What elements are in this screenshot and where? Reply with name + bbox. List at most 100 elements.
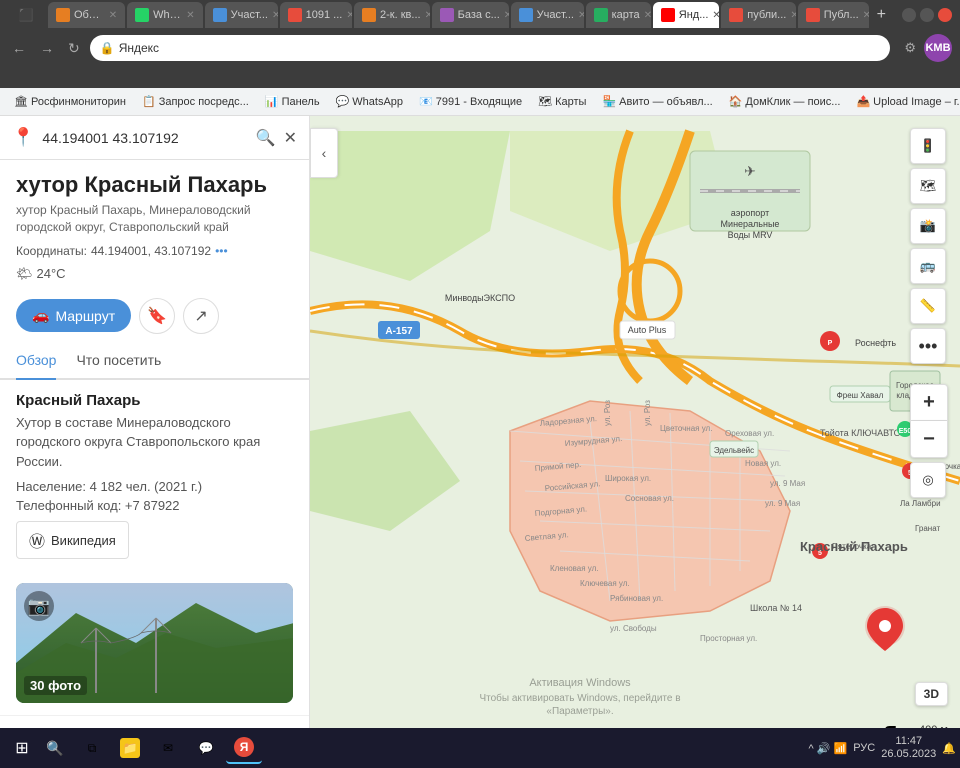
address-bar[interactable]: 🔒 Яндекс <box>90 35 891 61</box>
tab-11[interactable]: Публ...✕ <box>798 2 869 28</box>
extensions-btn[interactable]: ⚙ <box>902 38 918 58</box>
taskbar-task-view[interactable]: ⧉ <box>74 732 110 764</box>
browser-actions: ⚙ KMB <box>902 34 952 62</box>
new-tab-btn[interactable]: + <box>869 2 894 28</box>
zoom-out-btn[interactable]: − <box>911 421 947 457</box>
taskbar-search-btn[interactable]: 🔍 <box>40 732 70 764</box>
svg-text:МинводыЭКСПО: МинводыЭКСПО <box>445 293 515 303</box>
phone-row: Телефонный код: +7 87922 <box>16 498 293 513</box>
photo-camera-icon: 📷 <box>24 591 54 621</box>
population-row: Население: 4 182 чел. (2021 г.) <box>16 479 293 494</box>
close-btn[interactable] <box>938 8 952 22</box>
taskbar-chat[interactable]: 💬 <box>188 732 224 764</box>
reload-btn[interactable]: ↻ <box>64 38 84 59</box>
svg-text:ул. Роз: ул. Роз <box>643 400 652 426</box>
tab-9-active[interactable]: Янд...✕ <box>653 2 719 28</box>
taskbar-items: ⧉ 📁 ✉ 💬 Я <box>70 732 809 764</box>
forward-btn[interactable]: → <box>36 38 58 58</box>
phone-label: Телефонный код: <box>16 498 125 513</box>
svg-text:Auto Plus: Auto Plus <box>628 325 667 335</box>
search-coord-text: 44.194001 43.107192 <box>42 130 247 146</box>
explorer-icon: 📁 <box>120 738 140 758</box>
map-area[interactable]: А-157 ✈ а <box>310 116 960 766</box>
tab-2[interactable]: Whats...✕ <box>127 2 202 28</box>
taskbar-browser[interactable]: Я <box>226 732 262 764</box>
tab-1[interactable]: Объяв...✕ <box>48 2 125 28</box>
map-expand-btn[interactable]: ‹ <box>310 128 338 178</box>
maximize-btn[interactable] <box>920 8 934 22</box>
search-btn[interactable]: 🔍 <box>256 128 276 148</box>
coords-more-btn[interactable]: ••• <box>215 244 228 258</box>
svg-text:Ореховая ул.: Ореховая ул. <box>725 429 774 438</box>
mail-icon: ✉ <box>158 738 178 758</box>
profile-avatar[interactable]: KMB <box>924 34 952 62</box>
svg-text:ул. 9 Мая: ул. 9 Мая <box>765 499 800 508</box>
bookmark-avito[interactable]: 🏪Авито — объявл... <box>596 93 718 110</box>
window-controls <box>902 8 952 22</box>
bookmark-panel[interactable]: 📊Панель <box>259 93 326 110</box>
svg-text:Цветочная ул.: Цветочная ул. <box>660 424 712 433</box>
taskbar-mail[interactable]: ✉ <box>150 732 186 764</box>
svg-text:Фреш Хавал: Фреш Хавал <box>837 391 884 400</box>
browser-icon: Я <box>234 737 254 757</box>
bookmark-maps[interactable]: 🗺Карты <box>532 93 592 110</box>
back-btn[interactable]: ← <box>8 38 30 58</box>
bookmark-btn[interactable]: 🔖 <box>139 298 175 334</box>
more-btn[interactable]: ••• <box>910 328 946 364</box>
share-btn[interactable]: ↗ <box>183 298 219 334</box>
map-svg: А-157 ✈ а <box>310 116 960 766</box>
transport-btn[interactable]: 🚌 <box>910 248 946 284</box>
title-bar: ⬛ Объяв...✕ Whats...✕ Участ...✕ 1091 ...… <box>0 0 960 30</box>
tab-6[interactable]: База с...✕ <box>432 2 509 28</box>
svg-text:«Параметры».: «Параметры». <box>546 706 613 717</box>
route-label: Маршрут <box>55 308 115 324</box>
tab-overview-btn[interactable]: Обзор <box>16 342 56 380</box>
svg-text:аэропорт: аэропорт <box>731 208 769 218</box>
start-btn[interactable]: ⊞ <box>4 732 40 764</box>
bookmark-upload[interactable]: 📤Upload Image – г... <box>850 93 960 110</box>
tab-10[interactable]: публи...✕ <box>721 2 795 28</box>
svg-text:Гранат: Гранат <box>915 524 940 533</box>
tab-group-icon: ⬛ <box>8 0 44 31</box>
address-bar-row: ← → ↻ 🔒 Яндекс ⚙ KMB <box>0 30 960 66</box>
taskbar-explorer[interactable]: 📁 <box>112 732 148 764</box>
zoom-in-btn[interactable]: + <box>911 385 947 421</box>
population-label: Население: <box>16 479 90 494</box>
tab-visit-btn[interactable]: Что посетить <box>76 342 161 378</box>
svg-text:ул. 9 Мая: ул. 9 Мая <box>770 479 805 488</box>
location-pin-icon: 📍 <box>12 127 34 148</box>
system-icons: ^ 🔊 📶 <box>809 742 848 755</box>
route-btn[interactable]: 🚗 Маршрут <box>16 299 131 332</box>
tab-4[interactable]: 1091 ...✕ <box>280 2 352 28</box>
weather-icon: 🌤 <box>16 266 33 282</box>
time-display: 11:47 <box>881 735 936 748</box>
coords-label: Координаты: <box>16 244 87 258</box>
layers-btn[interactable]: 🗺 <box>910 168 946 204</box>
minimize-btn[interactable] <box>902 8 916 22</box>
tab-3[interactable]: Участ...✕ <box>205 2 278 28</box>
camera-btn[interactable]: 📸 <box>910 208 946 244</box>
traffic-btn[interactable]: 🚦 <box>910 128 946 164</box>
bookmark-whatsapp[interactable]: 💬WhatsApp <box>330 93 409 110</box>
bookmark-rosfinmonitoring[interactable]: 🏛Росфинмониторин <box>8 93 132 110</box>
clear-btn[interactable]: ✕ <box>284 128 297 148</box>
bookmark-mail[interactable]: 📧7991 - Входящие <box>413 93 528 110</box>
tab-7[interactable]: Участ...✕ <box>511 2 584 28</box>
photo-block[interactable]: 📷 30 фото <box>16 583 293 703</box>
bookmark-request[interactable]: 📋Запрос посредс... <box>136 93 255 110</box>
ruler-btn[interactable]: 📏 <box>910 288 946 324</box>
bookmark-domclick[interactable]: 🏠ДомКлик — поис... <box>723 93 847 110</box>
tab-8[interactable]: карта✕ <box>586 2 651 28</box>
svg-text:Активация Windows: Активация Windows <box>529 677 631 689</box>
svg-text:Просторная ул.: Просторная ул. <box>700 634 757 643</box>
svg-text:ул. Роз: ул. Роз <box>603 400 612 426</box>
wiki-btn[interactable]: Ⓦ Википедия <box>16 521 129 559</box>
tab-5[interactable]: 2-к. кв...✕ <box>354 2 430 28</box>
svg-text:Рябиновая ул.: Рябиновая ул. <box>610 594 663 603</box>
left-panel: 📍 44.194001 43.107192 🔍 ✕ хутор Красный … <box>0 116 310 766</box>
taskbar-lang: РУС <box>853 742 875 754</box>
notifications-icon[interactable]: 🔔 <box>942 742 956 755</box>
locate-btn[interactable]: ◎ <box>910 462 946 498</box>
svg-text:Чтобы активировать Windows, пе: Чтобы активировать Windows, перейдите в <box>479 692 680 704</box>
map-3d-btn[interactable]: 3D <box>915 682 948 706</box>
